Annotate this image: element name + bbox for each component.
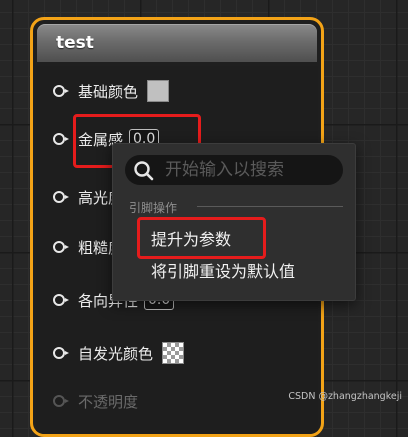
input-pin-icon[interactable] [53,347,69,359]
input-pin-icon[interactable] [53,191,69,203]
pin-row-base-color[interactable]: 基础颜色 [53,78,170,104]
menu-item-label: 将引脚重设为默认值 [151,262,296,281]
pin-label: 不透明度 [78,392,139,411]
search-input[interactable] [165,158,335,182]
pin-row-opacity: 不透明度 [53,388,138,414]
input-pin-icon[interactable] [53,85,69,97]
node-header[interactable]: test [37,24,317,62]
pin-row-emissive-color[interactable]: 自发光颜色 [53,340,185,366]
input-pin-icon [53,395,69,407]
input-pin-icon[interactable] [53,133,69,145]
node-title: test [56,33,94,53]
watermark: CSDN @zhangzhangkeji [288,391,402,402]
emissive-color-swatch[interactable] [162,342,185,364]
search-box[interactable] [125,155,343,185]
input-pin-icon[interactable] [53,241,69,253]
menu-item-reset-pin-to-default[interactable]: 将引脚重设为默认值 [125,258,345,286]
search-icon [134,161,154,181]
section-title: 引脚操作 [129,201,178,215]
input-pin-icon[interactable] [53,294,69,306]
base-color-swatch[interactable] [147,80,170,102]
menu-item-label: 提升为参数 [151,230,232,249]
pin-label: 自发光颜色 [78,344,154,363]
menu-item-promote-to-parameter[interactable]: 提升为参数 [125,226,345,254]
pin-label: 基础颜色 [78,82,139,101]
pin-context-menu: 引脚操作 提升为参数 将引脚重设为默认值 [112,143,356,301]
section-divider [197,206,343,207]
